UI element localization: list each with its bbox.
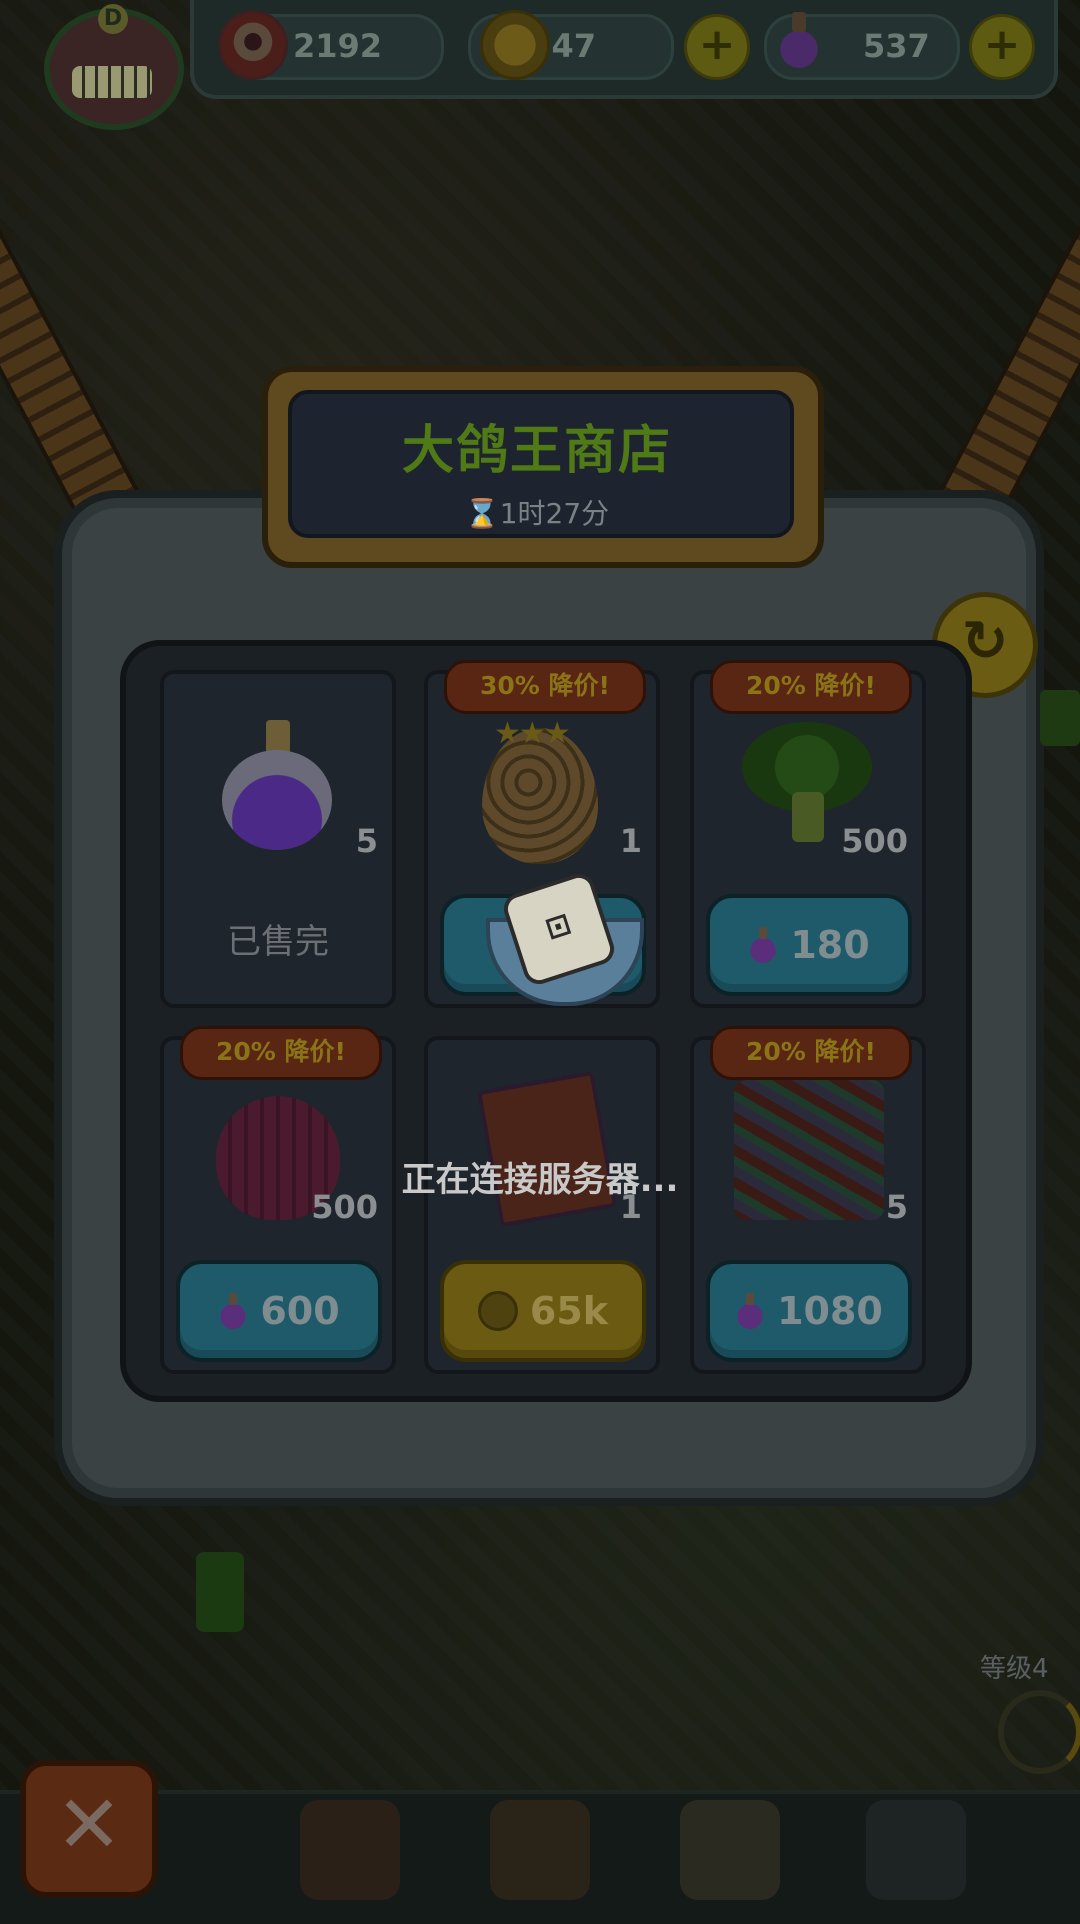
potion-neck	[266, 720, 290, 754]
buy-button[interactable]: 600	[176, 1260, 382, 1362]
side-pipe	[1040, 690, 1080, 746]
avatar-mouth	[72, 66, 152, 98]
avatar-letter: D	[98, 4, 128, 34]
discount-badge: 20% 降价!	[710, 1026, 912, 1080]
player-avatar[interactable]: D	[44, 4, 184, 130]
grid-nav-icon[interactable]	[866, 1800, 966, 1900]
price-label: 180	[790, 923, 870, 967]
item-quantity: 500	[841, 822, 908, 860]
coin-icon	[477, 1291, 518, 1331]
eye-icon	[218, 10, 288, 80]
sold-out-label: 已售完	[227, 922, 329, 962]
item-quantity: 5	[355, 822, 378, 860]
price-label: 600	[260, 1289, 340, 1333]
book-nav-icon[interactable]	[490, 1800, 590, 1900]
coin-icon	[480, 10, 550, 80]
item-quantity: 1	[619, 822, 642, 860]
potion-icon	[218, 1293, 249, 1329]
scroll-item-image	[476, 1070, 618, 1228]
shop-item-card[interactable]: 20% 降价! 500 180	[690, 660, 926, 1008]
price-label: 65k	[529, 1289, 609, 1333]
buy-button[interactable]: 1080	[706, 1260, 912, 1362]
broccoli-stem	[792, 792, 824, 842]
buy-button[interactable]: 180	[706, 894, 912, 996]
price-label: 1080	[777, 1289, 883, 1333]
monster-nav-icon[interactable]	[300, 1800, 400, 1900]
close-button[interactable]: ✕	[20, 1760, 158, 1898]
potions-value: 537	[863, 27, 930, 65]
shop-item-card[interactable]: 20% 降价! 500 600	[160, 1026, 396, 1374]
add-coins-button[interactable]: +	[684, 14, 750, 80]
shop-timer: ⌛1时27分	[464, 497, 610, 530]
discount-badge: 30% 降价!	[444, 660, 646, 714]
bag-nav-icon[interactable]	[680, 1800, 780, 1900]
buy-button[interactable]: 65k	[440, 1260, 646, 1362]
potion-item-image	[222, 720, 332, 850]
level-label: 等级4	[980, 1654, 1049, 1684]
eyes-value: 2192	[293, 27, 383, 65]
star-rating-icon: ★★★	[494, 716, 571, 751]
discount-badge: 20% 降价!	[710, 660, 912, 714]
level-progress-ring	[998, 1690, 1080, 1774]
potion-icon	[748, 927, 779, 963]
loading-message: 正在连接服务器...	[401, 1160, 679, 1200]
potion-bulb	[222, 750, 332, 850]
shop-item-card[interactable]: 5 已售完	[160, 670, 396, 1008]
green-pipe	[196, 1552, 244, 1632]
shop-item-card[interactable]: 1 65k	[424, 1036, 660, 1374]
potion-icon	[772, 12, 826, 72]
discount-badge: 20% 降价!	[180, 1026, 382, 1080]
potion-icon	[735, 1293, 766, 1329]
shop-item-card[interactable]: 20% 降价! 5 1080	[690, 1026, 926, 1374]
add-potions-button[interactable]: +	[969, 14, 1035, 80]
top-resource-bar: 2192 7347 + 537 +	[190, 0, 1058, 99]
shop-title: 大鸽王商店	[401, 421, 672, 481]
